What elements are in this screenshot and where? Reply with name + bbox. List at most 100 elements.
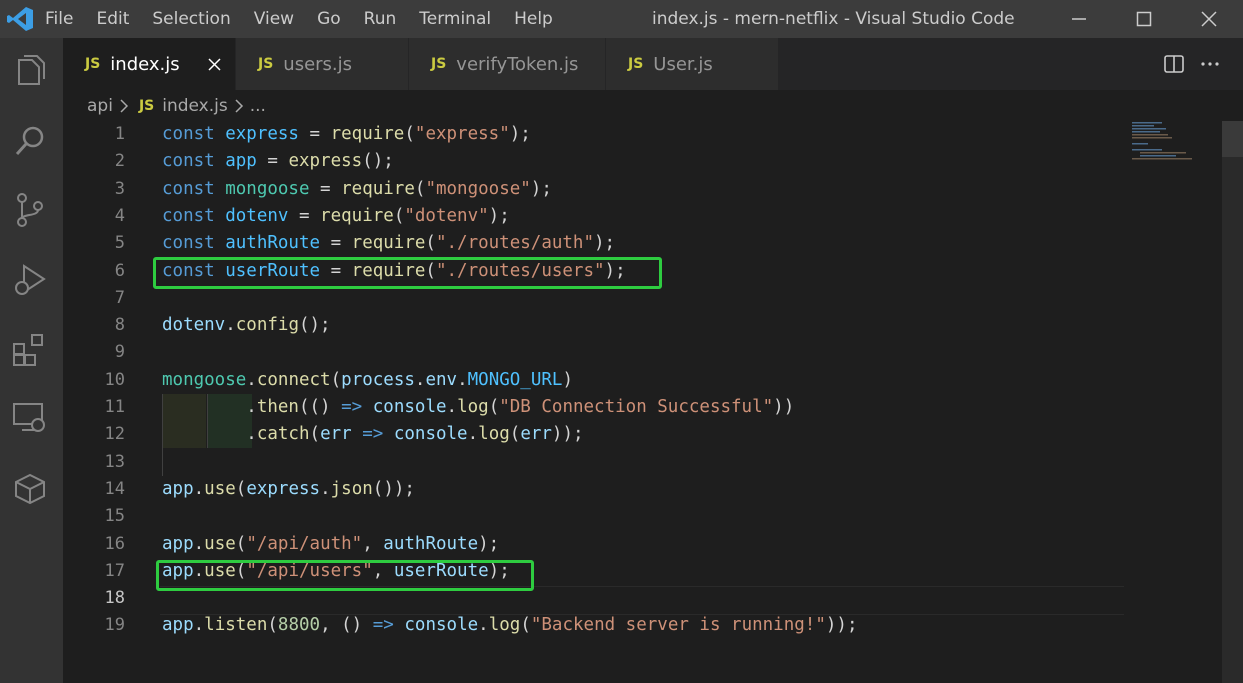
menu-edit[interactable]: Edit	[96, 9, 129, 29]
code-token: =	[309, 178, 342, 199]
javascript-file-icon: JS	[85, 56, 101, 72]
code-token: .	[478, 615, 489, 636]
code-token: =	[256, 151, 289, 172]
code-token: app	[162, 615, 194, 636]
code-token: const	[162, 151, 226, 172]
code-line: const authRoute = require("./routes/auth…	[162, 230, 615, 257]
code-token: app	[162, 478, 194, 499]
tab-label: users.js	[283, 53, 353, 75]
highlight-box-line-6	[153, 257, 662, 289]
split-editor-icon[interactable]	[1164, 54, 1184, 74]
menu-file[interactable]: File	[45, 9, 73, 29]
code-token: .	[225, 315, 236, 336]
code-token: (()	[298, 397, 342, 417]
tab-index-js[interactable]: JS index.js	[63, 38, 235, 90]
code-token: ));	[825, 615, 858, 636]
chevron-right-icon	[235, 99, 243, 113]
code-token: use	[204, 478, 236, 499]
breadcrumb-file[interactable]: index.js	[162, 96, 228, 116]
code-token: "Backend server is running!"	[530, 615, 826, 636]
breadcrumb-symbols[interactable]: ...	[250, 96, 266, 116]
code-token: .	[246, 369, 257, 390]
menu-view[interactable]: View	[254, 9, 294, 29]
menu-go[interactable]: Go	[317, 9, 341, 29]
code-token: .	[193, 533, 205, 554]
highlight-box-line-17	[156, 560, 534, 591]
code-token: .	[457, 369, 468, 390]
code-token: require	[320, 205, 394, 226]
search-icon[interactable]	[10, 122, 50, 162]
menu-run[interactable]: Run	[364, 9, 397, 29]
code-token: (	[267, 615, 278, 636]
source-control-icon[interactable]	[10, 190, 50, 230]
tab-verifytoken-js[interactable]: JS verifyToken.js	[409, 38, 605, 90]
code-token: log	[488, 615, 521, 636]
code-token: (	[520, 615, 531, 636]
code-token: express	[288, 151, 363, 172]
scrollbar-thumb[interactable]	[1222, 121, 1243, 157]
close-icon[interactable]	[208, 58, 221, 71]
explorer-icon[interactable]	[10, 52, 50, 92]
code-token: ();	[362, 151, 394, 172]
code-token: log	[457, 397, 489, 417]
code-token: "./routes/auth"	[435, 233, 595, 254]
menu-help[interactable]: Help	[514, 9, 553, 29]
code-token: .	[320, 478, 331, 499]
code-token: "express"	[414, 124, 510, 144]
minimap[interactable]	[1130, 121, 1222, 161]
code-token: (	[393, 205, 405, 226]
code-token: =>	[341, 397, 363, 417]
code-token: require	[330, 124, 405, 144]
line-number: 12	[104, 424, 125, 445]
code-token: "DB Connection Successful"	[499, 397, 774, 417]
line-number: 7	[114, 287, 125, 308]
minimize-button[interactable]	[1050, 0, 1108, 38]
close-window-button[interactable]	[1180, 0, 1238, 38]
docker-icon[interactable]	[10, 468, 50, 508]
code-line: const mongoose = require("mongoose");	[162, 176, 552, 203]
activity-bar	[0, 38, 63, 683]
tab-label: verifyToken.js	[456, 53, 579, 75]
javascript-file-icon: JS	[138, 98, 155, 114]
code-line: .catch(err => console.log(err));	[162, 421, 584, 448]
code-token: MONGO_URL	[467, 369, 563, 390]
code-token: const	[162, 178, 226, 199]
code-token: "/api/auth"	[246, 533, 363, 554]
tab-users-js[interactable]: JS users.js	[236, 38, 408, 90]
line-number: 9	[114, 342, 125, 363]
code-token: const	[162, 233, 226, 254]
code-token: ))	[773, 397, 795, 417]
code-token: ();	[298, 315, 331, 336]
javascript-file-icon: JS	[628, 56, 644, 72]
code-token: ));	[551, 424, 584, 445]
breadcrumb-folder[interactable]: api	[87, 96, 113, 116]
code-token: err	[320, 424, 352, 445]
code-token: );	[478, 533, 500, 554]
run-debug-icon[interactable]	[10, 260, 50, 300]
code-token: (	[414, 178, 426, 199]
vertical-scrollbar[interactable]	[1222, 121, 1243, 683]
window-title: index.js - mern-netflix - Visual Studio …	[652, 9, 1015, 29]
menu-selection[interactable]: Selection	[152, 9, 230, 29]
tab-user-js[interactable]: JS User.js	[606, 38, 778, 90]
maximize-button[interactable]	[1115, 0, 1173, 38]
code-token: =	[288, 205, 321, 226]
code-line: app.use(express.json());	[162, 476, 415, 503]
line-number: 16	[104, 533, 125, 554]
chevron-right-icon	[120, 99, 128, 113]
code-token: (	[235, 533, 247, 554]
remote-explorer-icon[interactable]	[10, 398, 50, 438]
extensions-icon[interactable]	[10, 330, 50, 370]
code-token: catch	[256, 424, 310, 445]
line-number: 15	[104, 506, 125, 527]
code-line: const dotenv = require("dotenv");	[162, 203, 510, 230]
vscode-logo-icon	[7, 7, 33, 31]
menu-terminal[interactable]: Terminal	[419, 9, 491, 29]
title-bar: File Edit Selection View Go Run Terminal…	[0, 0, 1243, 38]
more-actions-icon[interactable]	[1200, 54, 1220, 74]
line-number: 18	[104, 588, 125, 609]
